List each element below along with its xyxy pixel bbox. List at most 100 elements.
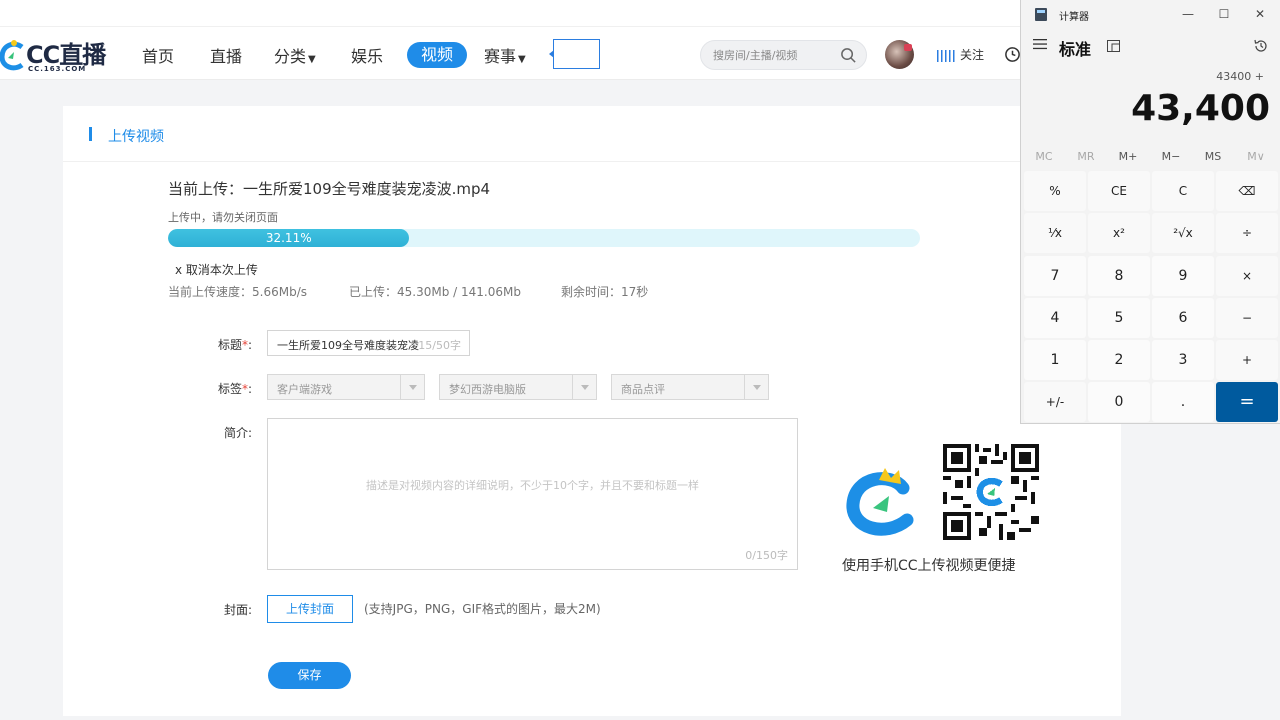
progress-percent: 32.11% <box>265 231 312 245</box>
maximize-icon[interactable]: ☐ <box>1217 7 1231 21</box>
memory-subtract-button[interactable]: M− <box>1156 150 1186 163</box>
upload-cover-button[interactable]: 上传封面 <box>267 595 353 623</box>
cc-app-logo-icon <box>846 468 914 536</box>
logo-subtext: CC.163.COM <box>28 65 87 73</box>
nav-category[interactable]: 分类 ▼ <box>274 43 316 67</box>
current-upload-label: 当前上传： <box>168 180 244 198</box>
digit-5-key[interactable]: 5 <box>1088 298 1150 338</box>
promo-caption: 使用手机CC上传视频更便捷 <box>842 558 1016 574</box>
percent-key[interactable]: % <box>1024 171 1086 211</box>
description-field[interactable]: 0/150字 <box>267 418 798 570</box>
minimize-icon[interactable]: — <box>1181 7 1195 21</box>
tag-select-value: 商品点评 <box>621 383 665 396</box>
digit-2-key[interactable]: 2 <box>1088 340 1150 380</box>
label-colon: : <box>247 338 252 352</box>
nav-events[interactable]: 赛事 ▼ <box>484 43 526 67</box>
calculator-expression: 43400 + <box>1216 70 1264 83</box>
digit-4-key[interactable]: 4 <box>1024 298 1086 338</box>
memory-store-button[interactable]: MS <box>1198 150 1228 163</box>
card-header: 上传视频 <box>63 106 1121 162</box>
subtract-key[interactable]: − <box>1216 298 1278 338</box>
clear-entry-key[interactable]: CE <box>1088 171 1150 211</box>
tag-select-1[interactable]: 客户端游戏 <box>267 374 425 400</box>
remaining-time: 剩余时间：17秒 <box>561 285 649 299</box>
tag-select-2[interactable]: 梦幻西游电脑版 <box>439 374 597 400</box>
section-marker <box>89 127 92 141</box>
multiply-key[interactable]: × <box>1216 256 1278 296</box>
tag-select-value: 梦幻西游电脑版 <box>449 383 526 396</box>
chevron-down-icon <box>744 375 768 399</box>
cover-format-hint: (支持JPG，PNG，GIF格式的图片，最大2M) <box>364 602 601 616</box>
save-button[interactable]: 保存 <box>268 662 351 689</box>
user-avatar[interactable] <box>885 40 914 69</box>
add-key[interactable]: + <box>1216 340 1278 380</box>
decimal-key[interactable]: . <box>1152 382 1214 422</box>
history-icon[interactable] <box>1253 38 1269 54</box>
site-logo[interactable]: CC直播 CC.163.COM <box>0 33 110 77</box>
memory-add-button[interactable]: M+ <box>1113 150 1143 163</box>
divide-key[interactable]: ÷ <box>1216 213 1278 253</box>
tags-label: 标签*: <box>192 380 252 397</box>
description-char-count: 0/150字 <box>745 549 788 562</box>
section-title: 上传视频 <box>108 129 164 145</box>
tag-select-3[interactable]: 商品点评 <box>611 374 769 400</box>
digit-3-key[interactable]: 3 <box>1152 340 1214 380</box>
tag-select-value: 客户端游戏 <box>277 383 332 396</box>
backspace-key[interactable]: ⌫ <box>1216 171 1278 211</box>
digit-7-key[interactable]: 7 <box>1024 256 1086 296</box>
search-input[interactable] <box>713 47 837 63</box>
digit-9-key[interactable]: 9 <box>1152 256 1214 296</box>
follow-button[interactable]: 关注 <box>936 46 984 63</box>
negate-key[interactable]: +/- <box>1024 382 1086 422</box>
memory-recall-button[interactable]: MR <box>1071 150 1101 163</box>
chevron-down-icon <box>572 375 596 399</box>
calculator-mode: 标准 <box>1059 40 1092 59</box>
uploaded-size: 已上传：45.30Mb / 141.06Mb <box>349 285 521 299</box>
search-icon[interactable] <box>840 47 857 64</box>
cancel-upload-link[interactable]: x 取消本次上传 <box>175 261 258 278</box>
nav-popup-box[interactable] <box>549 39 600 69</box>
description-textarea[interactable] <box>268 419 797 569</box>
memory-clear-button[interactable]: MC <box>1029 150 1059 163</box>
qr-code-image <box>943 444 1039 540</box>
calculator-app-icon <box>1035 8 1047 21</box>
nav-video-active[interactable]: 视频 <box>407 42 467 68</box>
nav-category-label: 分类 <box>274 47 307 66</box>
hamburger-menu-icon[interactable] <box>1033 38 1047 50</box>
digit-6-key[interactable]: 6 <box>1152 298 1214 338</box>
calculator-title: 计算器 <box>1059 12 1089 23</box>
nav-home[interactable]: 首页 <box>142 43 174 67</box>
follow-label: 关注 <box>960 48 985 62</box>
reciprocal-key[interactable]: ⅟x <box>1024 213 1086 253</box>
calculator-window: 计算器 — ☐ ✕ 标准 43400 + 43,400 MC MR M+ M− … <box>1020 0 1280 424</box>
clear-key[interactable]: C <box>1152 171 1214 211</box>
follow-bars-icon <box>937 49 955 62</box>
digit-8-key[interactable]: 8 <box>1088 256 1150 296</box>
title-input-value: 一生所爱109全号难度装宠凌 <box>277 339 419 352</box>
title-input[interactable]: 一生所爱109全号难度装宠凌 15/50字 <box>267 330 470 356</box>
cover-label: 封面: <box>223 603 252 617</box>
current-upload: 当前上传：一生所爱109全号难度装宠凌波.mp4 <box>168 178 490 199</box>
square-key[interactable]: x² <box>1088 213 1150 253</box>
memory-list-button[interactable]: M∨ <box>1241 150 1271 163</box>
nav-entertainment[interactable]: 娱乐 <box>351 43 383 67</box>
search-box[interactable] <box>700 40 867 70</box>
keep-on-top-icon[interactable] <box>1107 40 1120 52</box>
title-label: 标题*: <box>192 336 252 353</box>
cc-logo-icon <box>0 40 24 71</box>
digit-0-key[interactable]: 0 <box>1088 382 1150 422</box>
nav-live[interactable]: 直播 <box>210 43 242 67</box>
chevron-down-icon: ▼ <box>518 54 526 65</box>
equals-key[interactable]: = <box>1216 382 1278 422</box>
title-char-count: 15/50字 <box>418 339 461 352</box>
tags-label-text: 标签 <box>217 382 242 396</box>
close-icon[interactable]: ✕ <box>1253 7 1267 21</box>
calculator-titlebar[interactable]: 计算器 — ☐ ✕ <box>1021 0 1280 28</box>
upload-speed: 当前上传速度：5.66Mb/s <box>168 285 307 299</box>
square-root-key[interactable]: ²√x <box>1152 213 1214 253</box>
history-clock-icon[interactable] <box>1004 46 1021 63</box>
nav-events-label: 赛事 <box>484 47 517 66</box>
calculator-display: 43,400 <box>1131 88 1270 129</box>
digit-1-key[interactable]: 1 <box>1024 340 1086 380</box>
current-file-name: 一生所爱109全号难度装宠凌波.mp4 <box>243 180 491 198</box>
